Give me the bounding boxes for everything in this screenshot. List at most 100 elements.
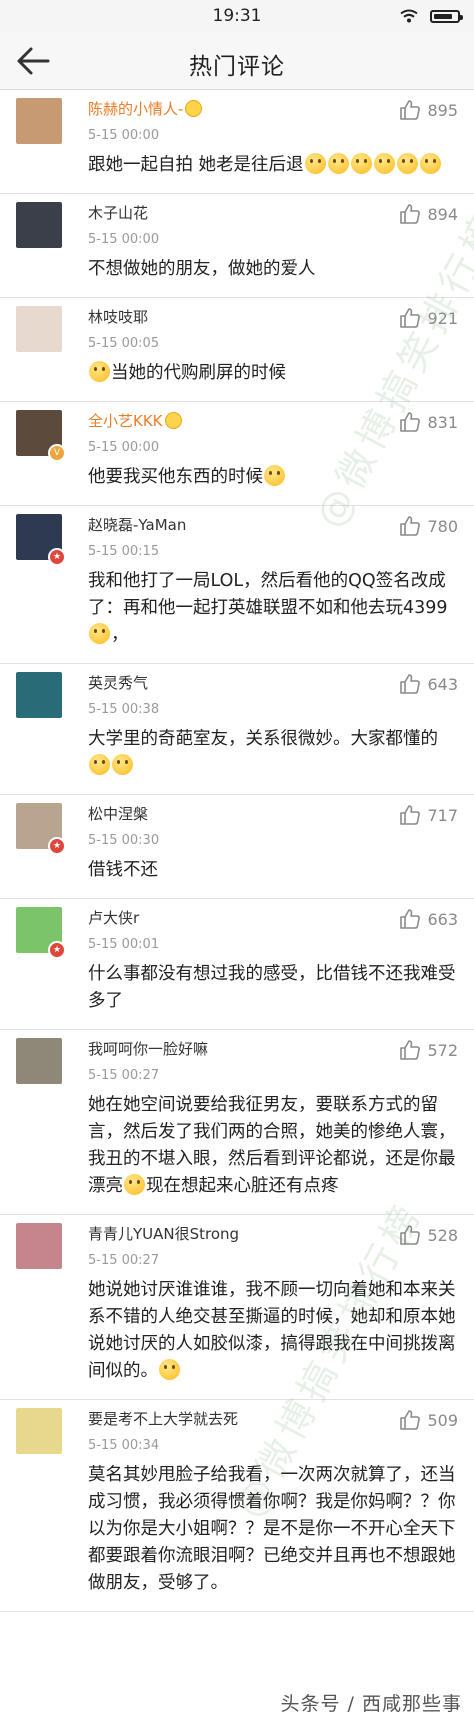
heart-eyes-emoji-icon: [185, 100, 203, 117]
smile-emoji-icon: [396, 153, 418, 174]
comment-item[interactable]: ★ 赵晓磊-YaMan 780 5-15 00:15 我和他打了一局LOL，然后看他的Q…: [0, 506, 474, 664]
thumbs-up-icon: [400, 204, 421, 224]
like-button[interactable]: 528: [399, 1223, 458, 1247]
avatar[interactable]: [16, 672, 62, 718]
comment-list: 陈赫的小情人- 895 5-15 00:00 跟她一起自拍 她老是往后退 木子山花 894…: [0, 90, 474, 1612]
like-button[interactable]: 717: [399, 803, 458, 827]
comment-text-block: 大学里的奇葩室友，关系很微妙。大家都懂的: [88, 726, 458, 780]
like-button[interactable]: 643: [399, 672, 458, 696]
comment-username[interactable]: 英灵秀气: [88, 674, 148, 692]
like-button[interactable]: 572: [399, 1038, 458, 1062]
comment-time: 5-15 00:27: [88, 1068, 160, 1083]
smile-emoji-icon: [419, 153, 441, 174]
avatar[interactable]: [16, 1408, 62, 1454]
comment-username[interactable]: 松中涅槃: [88, 805, 148, 823]
comment-text-block: 她在她空间说要给我征男友，要联系方式的留言，然后发了我们两的合照，她美的惨绝人寰…: [88, 1092, 458, 1200]
avatar[interactable]: [16, 202, 62, 248]
smile-emoji-icon: [373, 153, 395, 174]
like-count: 717: [427, 805, 458, 825]
smile-emoji-icon: [89, 361, 110, 382]
comment-text: 什么事都没有想过我的感受，比借钱不还我难受多了: [88, 964, 456, 1011]
comment-username[interactable]: 林吱吱耶: [88, 308, 148, 326]
like-button[interactable]: 895: [399, 98, 458, 122]
comment-time: 5-15 00:38: [88, 702, 160, 717]
comment-username[interactable]: 青青儿YUAN很Strong: [88, 1225, 239, 1243]
footer-source: 头条号 / 西咸那些事: [280, 1693, 462, 1715]
comment-username[interactable]: 木子山花: [88, 204, 148, 222]
comment-text: 大学里的奇葩室友，关系很微妙。大家都懂的: [88, 729, 438, 749]
comment-text-tail: 现在想起来心脏还有点疼: [146, 1176, 339, 1196]
like-count: 894: [427, 204, 458, 224]
comment-username[interactable]: 赵晓磊-YaMan: [88, 516, 186, 534]
comment-item[interactable]: 林吱吱耶 921 5-15 00:05 当她的代购刷屏的时候: [0, 298, 474, 402]
comment-username[interactable]: 卢大侠r: [88, 909, 139, 927]
like-count: 509: [427, 1410, 458, 1430]
thumbs-up-icon: [400, 674, 421, 694]
comment-text-block: 什么事都没有想过我的感受，比借钱不还我难受多了: [88, 961, 458, 1015]
comment-item[interactable]: 青青儿YUAN很Strong 528 5-15 00:27 她说她讨厌谁谁谁，我不顾一…: [0, 1215, 474, 1400]
comment-item[interactable]: ★ 卢大侠r 663 5-15 00:01 什么事都没有想过我的感受，比借钱不还我难受多…: [0, 899, 474, 1030]
comment-item[interactable]: V 全小艺KKK 831 5-15 00:00 他要我买他东西的时候: [0, 402, 474, 506]
comment-text: 借钱不还: [88, 860, 158, 880]
comment-time: 5-15 00:15: [88, 544, 160, 559]
smile-emoji-icon: [159, 1359, 180, 1380]
comment-item[interactable]: ★ 松中涅槃 717 5-15 00:30 借钱不还: [0, 795, 474, 899]
heart-eyes-emoji-icon: [164, 412, 182, 429]
comment-text-block: 莫名其妙甩脸子给我看，一次两次就算了，还当成习惯，我必须得惯着你啊？我是你妈啊？…: [88, 1462, 458, 1597]
comment-text: 跟她一起自拍 她老是往后退: [88, 155, 304, 175]
like-button[interactable]: 921: [399, 306, 458, 330]
comment-item[interactable]: 要是考不上大学就去死 509 5-15 00:34 莫名其妙甩脸子给我看，一次两次就算…: [0, 1400, 474, 1612]
thumbs-up-icon: [400, 1410, 421, 1430]
like-count: 921: [427, 308, 458, 328]
like-button[interactable]: 894: [399, 202, 458, 226]
like-button[interactable]: 663: [399, 907, 458, 931]
weibo-badge-icon: ★: [48, 941, 66, 959]
comment-username[interactable]: 陈赫的小情人-: [88, 100, 183, 118]
comment-text-block: 她说她讨厌谁谁谁，我不顾一切向着她和本来关系不错的人绝交甚至撕逼的时候，她却和原…: [88, 1277, 458, 1385]
comment-item[interactable]: 木子山花 894 5-15 00:00 不想做她的朋友，做她的爱人: [0, 194, 474, 298]
comment-username[interactable]: 要是考不上大学就去死: [88, 1410, 238, 1428]
avatar[interactable]: [16, 306, 62, 352]
smile-emoji-icon: [264, 465, 285, 486]
comment-text-block: 我和他打了一局LOL，然后看他的QQ签名改成了：再和他一起打英雄联盟不如和他去玩…: [88, 568, 458, 649]
smile-emoji-icon: [327, 153, 349, 174]
comment-text: 当她的代购刷屏的时候: [111, 363, 286, 383]
like-count: 895: [427, 100, 458, 120]
thumbs-up-icon: [400, 516, 421, 536]
smile-emoji-icon: [304, 153, 326, 174]
smile-emoji-icon: [112, 754, 133, 775]
comment-item[interactable]: 陈赫的小情人- 895 5-15 00:00 跟她一起自拍 她老是往后退: [0, 90, 474, 194]
comment-text: 莫名其妙甩脸子给我看，一次两次就算了，还当成习惯，我必须得惯着你啊？我是你妈啊？…: [88, 1465, 456, 1593]
comment-username[interactable]: 我呵呵你一脸好嘛: [88, 1040, 208, 1058]
weibo-badge-icon: ★: [48, 548, 66, 566]
comment-time: 5-15 00:00: [88, 440, 160, 455]
comment-text: 不想做她的朋友，做她的爱人: [88, 259, 316, 279]
smile-emoji-icon: [89, 623, 110, 644]
like-count: 528: [427, 1225, 458, 1245]
comment-username[interactable]: 全小艺KKK: [88, 412, 163, 430]
like-count: 831: [427, 412, 458, 432]
avatar[interactable]: [16, 1038, 62, 1084]
comment-time: 5-15 00:27: [88, 1253, 160, 1268]
like-button[interactable]: 780: [399, 514, 458, 538]
comment-text: 她说她讨厌谁谁谁，我不顾一切向着她和本来关系不错的人绝交甚至撕逼的时候，她却和原…: [88, 1280, 456, 1381]
like-button[interactable]: 509: [399, 1408, 458, 1432]
smile-emoji-icon: [350, 153, 372, 174]
comment-item[interactable]: 英灵秀气 643 5-15 00:38 大学里的奇葩室友，关系很微妙。大家都懂的: [0, 664, 474, 795]
comment-time: 5-15 00:01: [88, 937, 160, 952]
avatar[interactable]: [16, 1223, 62, 1269]
smile-emoji-icon: [89, 754, 110, 775]
thumbs-up-icon: [400, 1225, 421, 1245]
avatar[interactable]: [16, 98, 62, 144]
like-button[interactable]: 831: [399, 410, 458, 434]
comment-item[interactable]: 我呵呵你一脸好嘛 572 5-15 00:27 她在她空间说要给我征男友，要联系方式的…: [0, 1030, 474, 1215]
comment-text-block: 跟她一起自拍 她老是往后退: [88, 152, 458, 179]
comment-text: 他要我买他东西的时候: [88, 467, 263, 487]
status-bar: 19:31: [0, 0, 474, 32]
comment-text-tail: ，: [111, 625, 129, 645]
verified-badge-icon: V: [48, 444, 66, 462]
wifi-icon: [400, 9, 418, 23]
comment-text-block: 借钱不还: [88, 857, 458, 884]
comment-time: 5-15 00:00: [88, 232, 160, 247]
comment-time: 5-15 00:34: [88, 1438, 160, 1453]
